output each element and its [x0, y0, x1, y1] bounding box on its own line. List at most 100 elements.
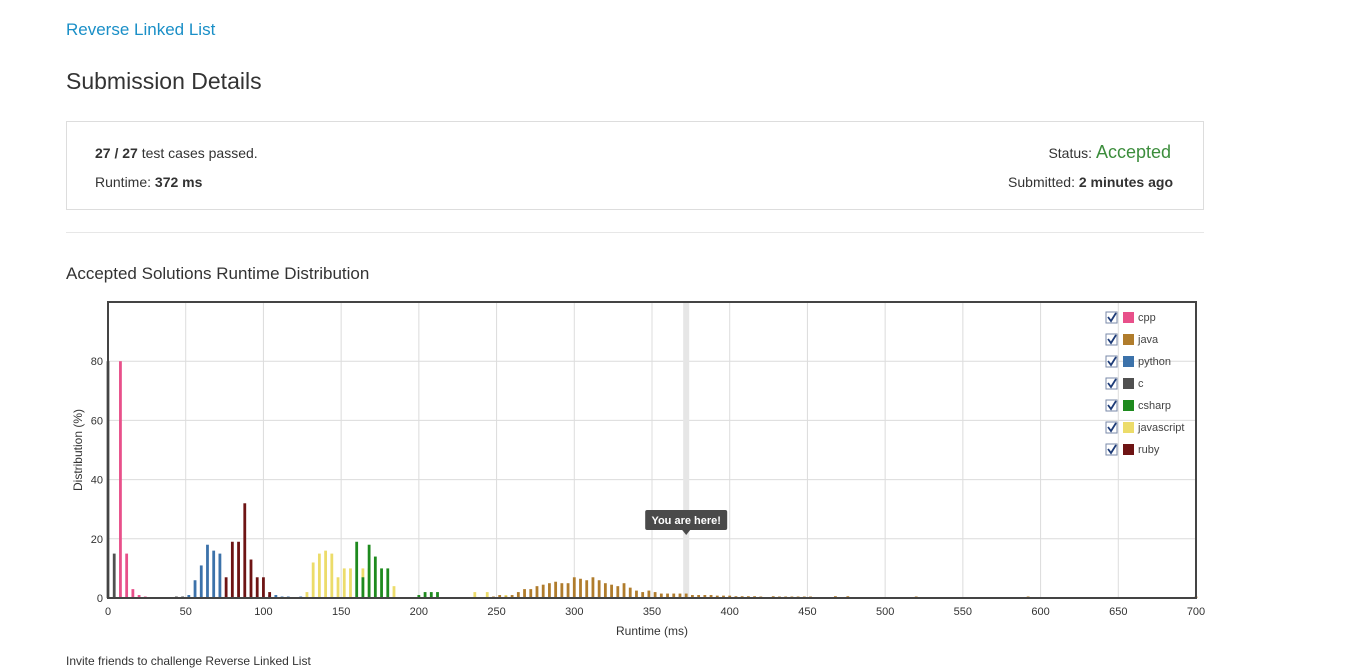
x-tick-label: 350	[643, 606, 661, 618]
runtime-value: 372 ms	[154, 174, 203, 190]
bar-java[interactable]	[628, 587, 632, 598]
x-tick-label: 300	[565, 606, 583, 618]
submitted-row: Submitted: 2 minutes ago	[1008, 174, 1173, 190]
bar-csharp[interactable]	[380, 568, 383, 598]
bar-cpp[interactable]	[131, 589, 135, 598]
section-divider	[66, 232, 1204, 233]
legend-swatch-javascript	[1123, 422, 1134, 433]
bar-javascript[interactable]	[392, 586, 396, 598]
bar-java[interactable]	[554, 581, 558, 598]
bar-java[interactable]	[529, 589, 533, 598]
bar-csharp[interactable]	[386, 568, 390, 598]
bar-ruby[interactable]	[243, 503, 247, 598]
runtime-distribution-chart: 0 50 100 150 200 250 300 350 400 450 500 550 600 650 7…	[71, 301, 1205, 638]
bar-csharp[interactable]	[373, 556, 377, 598]
bar-ruby[interactable]	[224, 577, 228, 598]
legend-label-ruby: ruby	[1138, 444, 1160, 456]
bar-java[interactable]	[616, 586, 620, 598]
y-tick-label: 80	[91, 356, 103, 368]
bar-ruby[interactable]	[255, 577, 259, 598]
x-tick-label: 650	[1109, 606, 1127, 618]
runtime-row: Runtime: 372 ms	[95, 174, 202, 190]
y-tick-label: 60	[91, 415, 103, 427]
count-separator: /	[114, 145, 119, 161]
submitted-value: 2 minutes ago	[1078, 174, 1173, 190]
legend-swatch-java	[1123, 334, 1134, 345]
bar-java[interactable]	[585, 580, 589, 598]
bar-java[interactable]	[635, 590, 638, 598]
bar-java[interactable]	[579, 578, 582, 598]
problem-link[interactable]: Reverse Linked List	[66, 20, 215, 40]
passed-suffix: test cases passed.	[141, 145, 258, 161]
status-value: Accepted	[1095, 142, 1171, 162]
bar-csharp[interactable]	[361, 577, 365, 598]
x-axis-label: Runtime (ms)	[616, 624, 688, 638]
legend-swatch-csharp	[1123, 400, 1134, 411]
current-runtime-marker	[683, 302, 690, 598]
submitted-label: Submitted:	[1008, 174, 1075, 190]
bar-csharp[interactable]	[367, 544, 371, 598]
bar-java[interactable]	[566, 583, 570, 598]
x-tick-label: 700	[1187, 606, 1205, 618]
bar-java[interactable]	[548, 583, 551, 598]
total-count: 27	[122, 145, 138, 161]
status-label: Status:	[1048, 145, 1093, 161]
y-tick-label: 0	[97, 593, 103, 605]
legend-label-java: java	[1137, 334, 1159, 346]
legend-label-cpp: cpp	[1138, 312, 1156, 324]
bar-java[interactable]	[622, 583, 626, 598]
bar-ruby[interactable]	[249, 559, 253, 598]
bar-c[interactable]	[112, 553, 116, 598]
bar-ruby[interactable]	[230, 541, 234, 598]
bar-java[interactable]	[591, 577, 595, 598]
bar-java[interactable]	[523, 589, 526, 598]
bar-javascript[interactable]	[317, 553, 321, 598]
distribution-title: Accepted Solutions Runtime Distribution	[66, 264, 370, 283]
bar-ruby[interactable]	[262, 577, 265, 598]
legend-label-csharp: csharp	[1138, 400, 1171, 412]
bar-java[interactable]	[647, 590, 651, 598]
bar-python[interactable]	[199, 565, 203, 598]
bar-java[interactable]	[560, 583, 564, 598]
bar-java[interactable]	[572, 577, 576, 598]
status-row: Status: Accepted	[1048, 142, 1171, 163]
bar-python[interactable]	[218, 553, 222, 598]
bar-python[interactable]	[212, 550, 216, 598]
passed-count: 27	[95, 145, 111, 161]
bar-javascript[interactable]	[349, 568, 352, 598]
bar-javascript[interactable]	[311, 562, 315, 598]
x-tick-label: 100	[254, 606, 272, 618]
bar-python[interactable]	[206, 544, 209, 598]
bar-javascript[interactable]	[342, 568, 346, 598]
bar-cpp[interactable]	[125, 553, 129, 598]
bar-ruby[interactable]	[237, 541, 240, 598]
bar-java[interactable]	[610, 584, 613, 598]
x-tick-label: 550	[954, 606, 972, 618]
bar-java[interactable]	[597, 580, 601, 598]
x-tick-label: 400	[721, 606, 739, 618]
x-tick-label: 200	[410, 606, 428, 618]
bar-javascript[interactable]	[324, 550, 327, 598]
legend-label-c: c	[1138, 378, 1144, 390]
x-tick-label: 50	[180, 606, 192, 618]
bar-csharp[interactable]	[355, 541, 359, 598]
y-axis-label: Distribution (%)	[71, 409, 85, 491]
bar-cpp[interactable]	[119, 361, 122, 598]
invite-text[interactable]: Invite friends to challenge Reverse Link…	[66, 654, 311, 668]
runtime-label: Runtime:	[95, 174, 152, 190]
bar-java[interactable]	[603, 583, 607, 598]
y-tick-label: 20	[91, 534, 103, 546]
page-title: Submission Details	[66, 68, 262, 94]
submission-summary-panel: 27 / 27 test cases passed. Runtime: 372 …	[66, 121, 1204, 210]
legend-label-python: python	[1138, 356, 1171, 368]
y-tick-label: 40	[91, 475, 103, 487]
legend-swatch-cpp	[1123, 312, 1134, 323]
legend-swatch-ruby	[1123, 444, 1134, 455]
bar-javascript[interactable]	[330, 553, 334, 598]
bar-python[interactable]	[193, 580, 197, 598]
bar-java[interactable]	[541, 584, 545, 598]
bar-javascript[interactable]	[336, 577, 340, 598]
test-cases-result: 27 / 27 test cases passed.	[95, 145, 258, 161]
x-tick-label: 450	[798, 606, 816, 618]
bar-java[interactable]	[535, 586, 539, 598]
